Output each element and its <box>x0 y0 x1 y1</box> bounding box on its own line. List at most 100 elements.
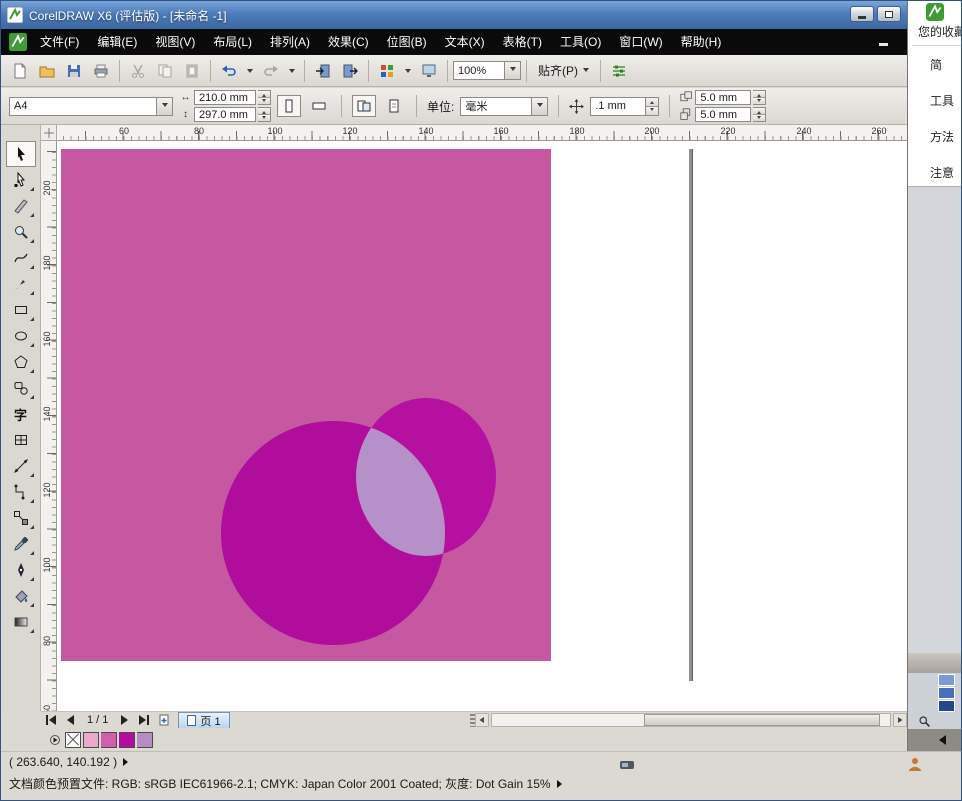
app-launcher-icon[interactable] <box>9 33 27 51</box>
nudge-spinner[interactable] <box>646 97 659 116</box>
zoom-dropdown-arrow[interactable] <box>505 61 521 80</box>
color-eyedropper-tool[interactable] <box>6 531 36 557</box>
duplicate-x-spinner[interactable] <box>753 90 766 105</box>
no-color-swatch[interactable] <box>65 732 81 748</box>
scroll-left-button[interactable] <box>475 713 489 727</box>
menu-table[interactable]: 表格(T) <box>494 29 551 55</box>
scroll-right-button[interactable] <box>893 713 907 727</box>
hint-link-2[interactable]: 工具 <box>930 92 954 109</box>
snap-to-button[interactable]: 贴齐(P) <box>532 58 595 84</box>
crop-tool[interactable] <box>6 193 36 219</box>
horizontal-scrollbar[interactable] <box>491 713 891 727</box>
horizontal-ruler[interactable]: 60 80 100 120 140 160 180 200 220 240 26… <box>57 125 907 141</box>
status-flyout-icon[interactable] <box>123 758 132 766</box>
landscape-button[interactable] <box>307 95 331 117</box>
duplicate-x-input[interactable]: 5.0 mm <box>695 90 751 105</box>
options-button[interactable] <box>606 58 632 84</box>
next-page-button[interactable] <box>114 713 134 728</box>
restore-button[interactable] <box>877 6 901 22</box>
vertical-ruler[interactable]: 200 180 160 140 120 100 80 60 <box>41 141 57 711</box>
minimize-button[interactable] <box>850 6 874 22</box>
add-page-button[interactable] <box>154 713 174 728</box>
last-page-button[interactable] <box>134 713 154 728</box>
menu-bitmaps[interactable]: 位图(B) <box>378 29 436 55</box>
import-button[interactable] <box>310 58 336 84</box>
menu-file[interactable]: 文件(F) <box>31 29 88 55</box>
all-pages-button[interactable] <box>352 95 376 117</box>
ellipse-tool[interactable] <box>6 323 36 349</box>
shape-tool[interactable] <box>6 167 36 193</box>
paper-preset-select[interactable]: A4 <box>9 97 173 116</box>
palette-color-blue-2[interactable] <box>938 687 955 699</box>
freehand-tool[interactable] <box>6 245 36 271</box>
current-page-button[interactable] <box>382 95 406 117</box>
pick-tool[interactable] <box>6 141 36 167</box>
undo-button[interactable] <box>216 58 242 84</box>
menu-text[interactable]: 文本(X) <box>436 29 494 55</box>
paper-preset-dropdown-arrow[interactable] <box>157 97 173 116</box>
hint-link-1[interactable]: 简 <box>930 56 942 73</box>
profile-flyout-icon[interactable] <box>557 780 566 788</box>
menu-tools[interactable]: 工具(O) <box>551 29 610 55</box>
application-launcher-button[interactable] <box>374 58 400 84</box>
palette-color-blue-3[interactable] <box>938 700 955 712</box>
duplicate-y-input[interactable]: 5.0 mm <box>695 107 751 122</box>
palette-color-blue-1[interactable] <box>938 674 955 686</box>
portrait-button[interactable] <box>277 95 301 117</box>
nudge-input[interactable]: .1 mm <box>590 97 659 116</box>
blend-tool[interactable] <box>6 505 36 531</box>
application-launcher-dropdown[interactable] <box>401 58 415 84</box>
basic-shapes-tool[interactable] <box>6 375 36 401</box>
undo-dropdown-button[interactable] <box>243 58 257 84</box>
fill-tool[interactable] <box>6 583 36 609</box>
units-select[interactable]: 毫米 <box>460 97 548 116</box>
palette-flyout-button[interactable] <box>47 732 63 747</box>
welcome-screen-button[interactable] <box>416 58 442 84</box>
palette-swatch-1[interactable] <box>83 732 99 748</box>
outline-pen-tool[interactable] <box>6 557 36 583</box>
ruler-origin[interactable] <box>41 125 57 141</box>
print-button[interactable] <box>88 58 114 84</box>
page-tab[interactable]: 页 1 <box>178 712 229 728</box>
rectangle-tool[interactable] <box>6 297 36 323</box>
duplicate-y-spinner[interactable] <box>753 107 766 122</box>
copy-button[interactable] <box>152 58 178 84</box>
menu-effects[interactable]: 效果(C) <box>319 29 378 55</box>
redo-button[interactable] <box>258 58 284 84</box>
units-dropdown-arrow[interactable] <box>532 97 548 116</box>
hint-link-4[interactable]: 注意 <box>930 164 954 181</box>
status-device-icon[interactable] <box>619 757 635 773</box>
horizontal-scroll-thumb[interactable] <box>644 714 880 726</box>
menu-window[interactable]: 窗口(W) <box>610 29 671 55</box>
straight-line-connector-tool[interactable] <box>6 479 36 505</box>
export-button[interactable] <box>337 58 363 84</box>
menu-layout[interactable]: 布局(L) <box>204 29 261 55</box>
text-tool[interactable]: 字 <box>6 401 36 427</box>
redo-dropdown-button[interactable] <box>285 58 299 84</box>
drawing-surface[interactable] <box>57 141 907 711</box>
parallel-dimension-tool[interactable] <box>6 453 36 479</box>
hint-link-3[interactable]: 方法 <box>930 128 954 145</box>
zoom-level-select[interactable]: 100% <box>453 61 521 80</box>
menu-view[interactable]: 视图(V) <box>146 29 204 55</box>
interactive-fill-tool[interactable] <box>6 609 36 635</box>
paper-width-spinner[interactable] <box>258 90 271 105</box>
canvas-zoom-button[interactable] <box>908 713 962 729</box>
open-button[interactable] <box>34 58 60 84</box>
palette-swatch-4[interactable] <box>137 732 153 748</box>
palette-scroll-button[interactable] <box>908 729 962 751</box>
paste-button[interactable] <box>179 58 205 84</box>
palette-swatch-3[interactable] <box>119 732 135 748</box>
user-account-icon[interactable] <box>907 756 923 772</box>
zoom-tool[interactable] <box>6 219 36 245</box>
menu-edit[interactable]: 编辑(E) <box>88 29 146 55</box>
previous-page-button[interactable] <box>61 713 81 728</box>
cut-button[interactable] <box>125 58 151 84</box>
save-button[interactable] <box>61 58 87 84</box>
polygon-tool[interactable] <box>6 349 36 375</box>
mdi-minimize-button[interactable] <box>873 34 893 50</box>
drawing-canvas[interactable] <box>57 141 907 711</box>
artistic-media-tool[interactable] <box>6 271 36 297</box>
first-page-button[interactable] <box>41 713 61 728</box>
new-document-button[interactable] <box>7 58 33 84</box>
